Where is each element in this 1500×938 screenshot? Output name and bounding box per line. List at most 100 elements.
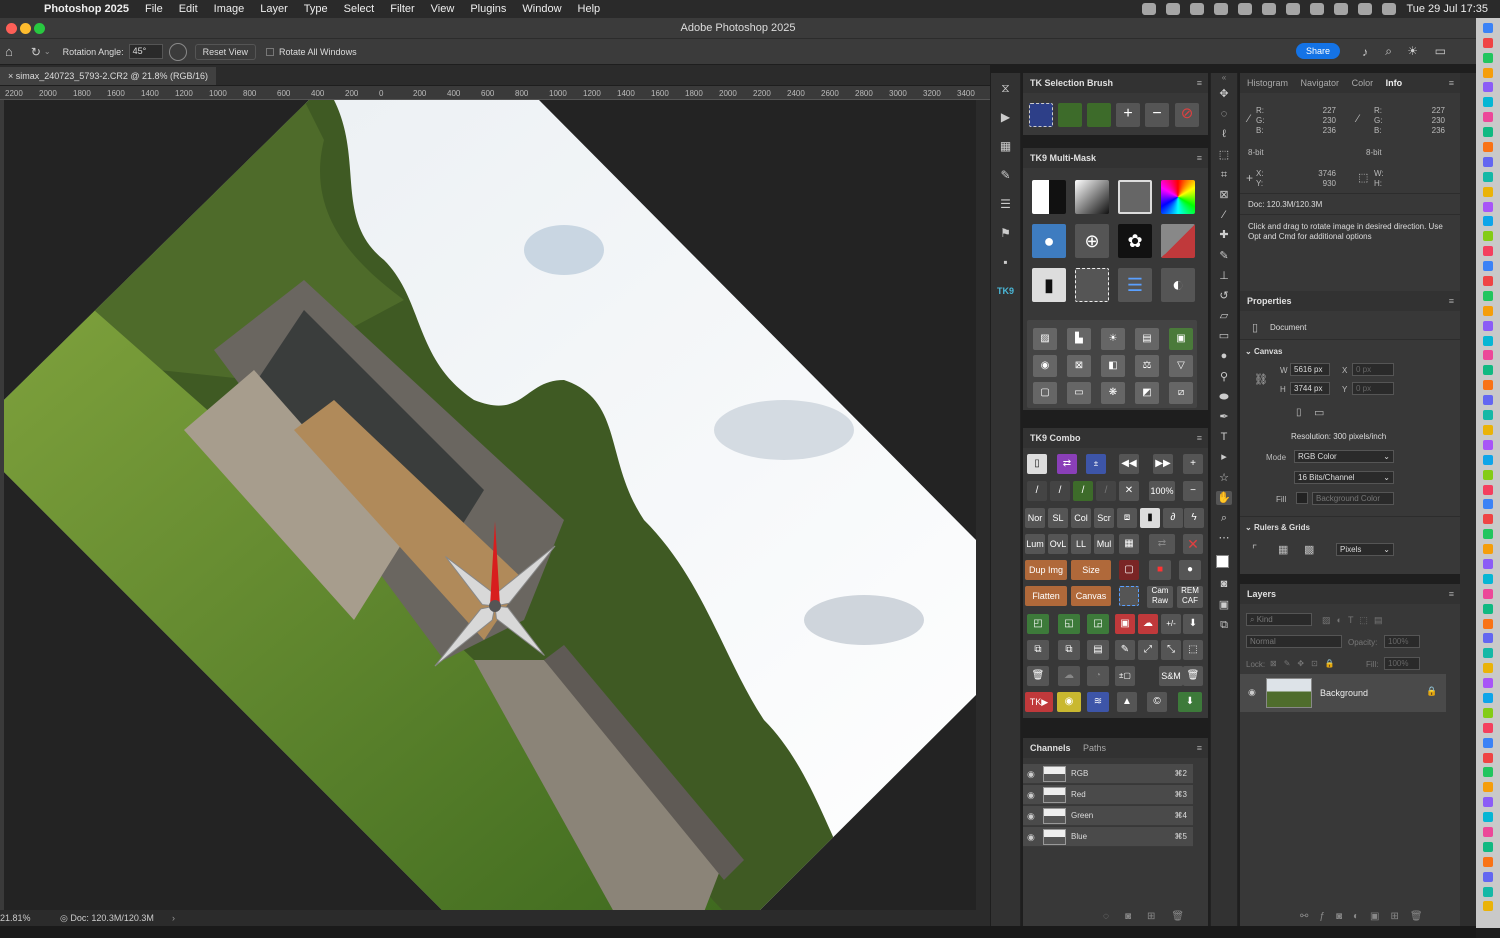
swap-button[interactable]: ⇄ [1057,454,1077,474]
channel-mixer-button[interactable]: ❋ [1101,382,1125,404]
dock-app-icon[interactable] [1483,767,1493,778]
menu-help[interactable]: Help [570,3,609,15]
ruler-icon[interactable]: ⌜ [1252,543,1257,556]
dock-app-icon[interactable] [1483,439,1493,450]
dock-app-icon[interactable] [1483,52,1493,63]
channel-row[interactable]: ◉ RGB ⌘2 [1023,764,1193,784]
plus-minus-color-button[interactable]: ± [1086,454,1106,474]
blend-luminosity-button[interactable]: Lum [1025,534,1045,554]
dock-app-icon[interactable] [1483,484,1493,495]
fit-frame-button[interactable]: ⧈ [1117,508,1137,528]
volume-icon[interactable] [1142,3,1157,15]
doc-size-status[interactable]: ◎ Doc: 120.3M/120.3M [60,910,154,926]
remove-caf-button[interactable]: REM CAF [1177,586,1203,608]
channel-row[interactable]: ◉ Blue ⌘5 [1023,827,1193,847]
blend-screen-button[interactable]: Scr [1094,508,1114,528]
tk9-ma-icon[interactable]: TK9 [997,284,1015,298]
share-button[interactable]: Share [1295,43,1340,59]
layer-adjust-button[interactable]: ▣ [1169,328,1193,350]
rotate-all-checkbox[interactable] [266,47,275,56]
dock-app-icon[interactable] [1483,156,1493,167]
dock-app-icon[interactable] [1483,678,1493,689]
document-tab[interactable]: × simax_240723_5793-2.CR2 @ 21.8% (RGB/1… [0,67,217,85]
dock-app-icon[interactable] [1483,692,1493,703]
cross-adjust-button[interactable]: ⊠ [1067,355,1091,377]
channel-visibility-eye-icon[interactable]: ◉ [1027,769,1035,780]
home-icon[interactable]: ⌂ [5,44,13,59]
posterize-adjust-button[interactable]: ⧄ [1169,382,1193,404]
dock-app-icon[interactable] [1483,290,1493,301]
dock-app-icon[interactable] [1483,752,1493,763]
dock-app-icon[interactable] [1483,529,1493,540]
dock-app-icon[interactable] [1483,722,1493,733]
dock-app-icon[interactable] [1483,544,1493,555]
menu-type[interactable]: Type [296,3,336,15]
history-brush-tool-icon[interactable]: ↺ [1216,289,1232,303]
dock-app-icon[interactable] [1483,320,1493,331]
dock-app-icon[interactable] [1483,186,1493,197]
play-icon[interactable] [1262,3,1277,15]
dock-app-icon[interactable] [1483,707,1493,718]
orientation-landscape-icon[interactable]: ▭ [1314,406,1324,419]
rotate-view-tool-icon[interactable]: ↻ [31,45,41,59]
panel-menu-icon[interactable]: ≡ [1197,428,1202,448]
layer-kind-filter[interactable]: ⌕ Kind [1246,613,1312,626]
discover-lightbulb-icon[interactable]: ☀ [1407,44,1418,58]
layers-blue-button[interactable]: ≋ [1087,692,1109,712]
red-stamp-button[interactable]: ▣ [1115,614,1135,634]
adjustments-icon[interactable]: ☰ [997,197,1015,211]
trash-button[interactable]: 🗑 [1183,666,1203,686]
eraser-tool-icon[interactable]: ▱ [1216,309,1232,323]
dock-app-icon[interactable] [1483,812,1493,823]
dock-app-icon[interactable] [1483,171,1493,182]
trash-layer-button[interactable]: 🗑 [1027,666,1049,686]
dock-app-icon[interactable] [1483,782,1493,793]
blend-mode-select[interactable]: Normal [1246,635,1342,648]
selection-subtract-button[interactable]: − [1145,103,1169,127]
flatten-button[interactable]: Flatten [1025,586,1067,606]
plus-minus-frame-button[interactable]: ±▢ [1115,666,1135,686]
dock-app-icon[interactable] [1483,558,1493,569]
black-layer-button[interactable]: ▮ [1140,508,1160,528]
mask-circles-button[interactable]: ◐ [1161,268,1195,302]
dock-app-icon[interactable] [1483,856,1493,867]
clock-icon[interactable] [1166,3,1181,15]
swap-grey-button[interactable]: ⇄ [1149,534,1175,554]
forward-button[interactable]: ▶▶ [1153,454,1173,474]
time-machine-icon[interactable] [1310,3,1325,15]
panel-menu-icon[interactable]: ≡ [1197,148,1202,168]
sync-icon[interactable] [1238,3,1253,15]
app-tray-icon[interactable] [1214,3,1229,15]
layer-lock-icon[interactable]: 🔒 [1426,686,1437,697]
lightning-button[interactable]: ϟ [1184,508,1204,528]
canvas-section-toggle[interactable]: ⌄ Canvas [1245,347,1282,356]
link-icon[interactable]: ⛓ [1254,373,1268,386]
curves-adjust-button[interactable]: ▨ [1033,328,1057,350]
brush-green-button[interactable]: / [1073,481,1093,501]
zoom-100-button[interactable]: 100% [1149,481,1175,501]
table-icon[interactable]: ▦ [997,139,1015,153]
dock-app-icon[interactable] [1483,216,1493,227]
blend-softlight-button[interactable]: SL [1048,508,1068,528]
units-select[interactable]: Pixels ⌄ [1336,543,1394,556]
battery-icon[interactable] [1286,3,1301,15]
stamp-tool-icon[interactable]: ⊥ [1216,269,1232,283]
layer-row-background[interactable]: ◉ Background 🔒 [1240,674,1446,712]
menubar-clock[interactable]: Tue 29 Jul 17:35 [1406,3,1488,15]
blend-multiply-button[interactable]: Mul [1094,534,1114,554]
dock-app-icon[interactable] [1483,201,1493,212]
channel-visibility-eye-icon[interactable]: ◉ [1027,811,1035,822]
triangle-button[interactable]: ▲ [1117,692,1137,712]
dock-app-icon[interactable] [1483,67,1493,78]
copy-layer-button[interactable]: ⧉ [1027,640,1049,660]
menu-filter[interactable]: Filter [382,3,422,15]
tab-info[interactable]: Info [1386,78,1403,88]
add-layer-button[interactable]: + [1183,454,1203,474]
green-layer-button[interactable]: ◰ [1027,614,1049,634]
healing-tool-icon[interactable]: ✚ [1216,228,1232,242]
canvas-size-button[interactable]: Canvas [1071,586,1111,606]
dock-app-icon[interactable] [1483,648,1493,659]
group-layer-button[interactable]: ▤ [1087,640,1109,660]
dock-app-icon[interactable] [1483,603,1493,614]
chevron-down-icon[interactable]: ⌄ [44,47,51,56]
